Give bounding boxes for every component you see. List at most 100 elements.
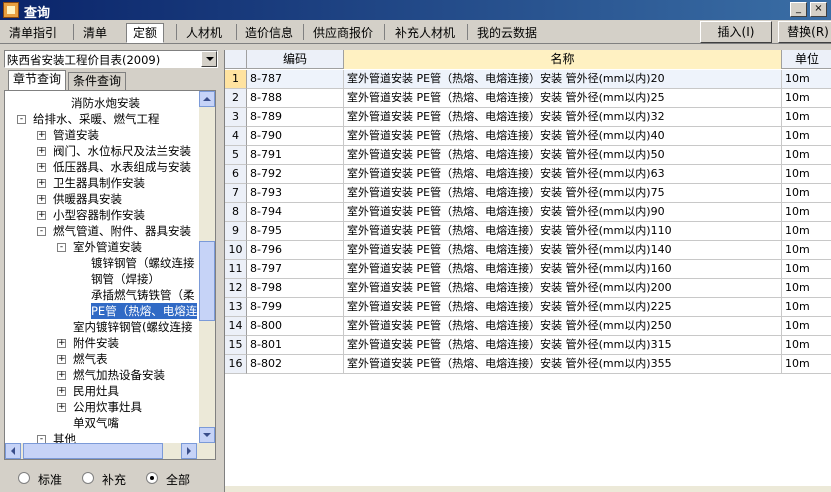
unit-cell: 10m xyxy=(782,70,831,89)
row-number-cell: 1 xyxy=(225,70,247,89)
quota-grid: 编码 名称 单位 1 8-787 室外管道安装 PE管（热熔、电熔连接）安装 管外径… xyxy=(224,50,831,492)
close-button[interactable]: × xyxy=(810,2,827,17)
expand-icon[interactable]: + xyxy=(37,211,46,220)
expand-icon[interactable]: + xyxy=(57,339,66,348)
row-number-cell: 7 xyxy=(225,184,247,203)
filter-radio-group: 标准 补充 全部 xyxy=(4,470,218,488)
expand-icon[interactable]: + xyxy=(57,355,66,364)
left-panel: 陕西省安装工程价目表(2009) 章节查询 条件查询 消防水炮安装 - 给排水、… xyxy=(0,46,223,492)
unit-cell: 10m xyxy=(782,89,831,108)
radio-all-label: 全部 xyxy=(166,473,191,487)
tab-separator xyxy=(384,24,385,40)
tab-supplementary-lmm[interactable]: 补充人材机 xyxy=(388,23,462,43)
window-title: 查询 xyxy=(24,6,51,21)
unit-cell: 10m xyxy=(782,336,831,355)
unit-cell: 10m xyxy=(782,355,831,374)
unit-cell: 10m xyxy=(782,165,831,184)
expand-icon[interactable]: + xyxy=(37,131,46,140)
scroll-thumb[interactable] xyxy=(199,241,215,321)
app-icon xyxy=(3,2,19,18)
tab-my-cloud-data[interactable]: 我的云数据 xyxy=(470,23,544,43)
table-row[interactable]: 2 8-788 室外管道安装 PE管（热熔、电熔连接）安装 管外径(mm以内)25 1… xyxy=(225,89,831,108)
header-unit[interactable]: 单位 xyxy=(782,50,831,69)
table-row[interactable]: 16 8-802 室外管道安装 PE管（热熔、电熔连接）安装 管外径(mm以内)35… xyxy=(225,355,831,374)
unit-cell: 10m xyxy=(782,108,831,127)
library-select[interactable]: 陕西省安装工程价目表(2009) xyxy=(4,50,218,68)
table-row[interactable]: 3 8-789 室外管道安装 PE管（热熔、电熔连接）安装 管外径(mm以内)32 1… xyxy=(225,108,831,127)
expand-icon[interactable]: + xyxy=(37,195,46,204)
name-cell: 室外管道安装 PE管（热熔、电熔连接）安装 管外径(mm以内)140 xyxy=(344,241,782,260)
table-row[interactable]: 1 8-787 室外管道安装 PE管（热熔、电熔连接）安装 管外径(mm以内)20 1… xyxy=(225,70,831,89)
expand-icon[interactable]: + xyxy=(37,163,46,172)
name-cell: 室外管道安装 PE管（热熔、电熔连接）安装 管外径(mm以内)90 xyxy=(344,203,782,222)
radio-standard[interactable] xyxy=(18,472,30,484)
tab-bill-guide[interactable]: 清单指引 xyxy=(2,23,64,43)
collapse-icon[interactable]: - xyxy=(57,243,66,252)
row-number-cell: 9 xyxy=(225,222,247,241)
table-row[interactable]: 11 8-797 室外管道安装 PE管（热熔、电熔连接）安装 管外径(mm以内)16… xyxy=(225,260,831,279)
replace-button[interactable]: 替换(R) xyxy=(778,21,831,43)
table-row[interactable]: 14 8-800 室外管道安装 PE管（热熔、电熔连接）安装 管外径(mm以内)25… xyxy=(225,317,831,336)
expand-icon[interactable]: + xyxy=(57,387,66,396)
table-row[interactable]: 12 8-798 室外管道安装 PE管（热熔、电熔连接）安装 管外径(mm以内)20… xyxy=(225,279,831,298)
radio-supplementary-label: 补充 xyxy=(102,473,127,487)
tab-separator xyxy=(176,24,177,40)
row-number-cell: 2 xyxy=(225,89,247,108)
scroll-down-button[interactable] xyxy=(199,427,215,443)
code-cell: 8-793 xyxy=(247,184,344,203)
table-row[interactable]: 8 8-794 室外管道安装 PE管（热熔、电熔连接）安装 管外径(mm以内)90 1… xyxy=(225,203,831,222)
unit-cell: 10m xyxy=(782,279,831,298)
tab-chapter-search[interactable]: 章节查询 xyxy=(8,70,67,90)
table-row[interactable]: 13 8-799 室外管道安装 PE管（热熔、电熔连接）安装 管外径(mm以内)22… xyxy=(225,298,831,317)
tab-supplier-quote[interactable]: 供应商报价 xyxy=(306,23,380,43)
unit-cell: 10m xyxy=(782,241,831,260)
table-row[interactable]: 15 8-801 室外管道安装 PE管（热熔、电熔连接）安装 管外径(mm以内)31… xyxy=(225,336,831,355)
code-cell: 8-797 xyxy=(247,260,344,279)
name-cell: 室外管道安装 PE管（热熔、电熔连接）安装 管外径(mm以内)160 xyxy=(344,260,782,279)
collapse-icon[interactable]: - xyxy=(37,227,46,236)
tree-vertical-scrollbar[interactable] xyxy=(199,91,215,443)
table-row[interactable]: 7 8-793 室外管道安装 PE管（热熔、电熔连接）安装 管外径(mm以内)75 1… xyxy=(225,184,831,203)
collapse-icon[interactable]: - xyxy=(17,115,26,124)
radio-supplementary[interactable] xyxy=(82,472,94,484)
row-number-cell: 12 xyxy=(225,279,247,298)
tab-labor-material-machine[interactable]: 人材机 xyxy=(179,23,229,43)
header-name[interactable]: 名称 xyxy=(344,50,782,69)
tab-strip: 清单指引 清单 定额 人材机 造价信息 供应商报价 补充人材机 我的云数据 插入… xyxy=(0,20,831,44)
unit-cell: 10m xyxy=(782,298,831,317)
tab-separator xyxy=(467,24,468,40)
tab-quota[interactable]: 定额 xyxy=(126,23,165,43)
tab-condition-search[interactable]: 条件查询 xyxy=(68,72,127,90)
unit-cell: 10m xyxy=(782,260,831,279)
table-row[interactable]: 6 8-792 室外管道安装 PE管（热熔、电熔连接）安装 管外径(mm以内)63 1… xyxy=(225,165,831,184)
tab-bill[interactable]: 清单 xyxy=(76,23,114,43)
table-row[interactable]: 10 8-796 室外管道安装 PE管（热熔、电熔连接）安装 管外径(mm以内)14… xyxy=(225,241,831,260)
expand-icon[interactable]: + xyxy=(57,371,66,380)
scroll-up-button[interactable] xyxy=(199,91,215,107)
expand-icon[interactable]: + xyxy=(37,179,46,188)
table-row[interactable]: 4 8-790 室外管道安装 PE管（热熔、电熔连接）安装 管外径(mm以内)40 1… xyxy=(225,127,831,146)
scroll-left-button[interactable] xyxy=(5,443,21,459)
scroll-thumb[interactable] xyxy=(23,443,163,459)
table-row[interactable]: 5 8-791 室外管道安装 PE管（热熔、电熔连接）安装 管外径(mm以内)50 1… xyxy=(225,146,831,165)
unit-cell: 10m xyxy=(782,184,831,203)
header-code[interactable]: 编码 xyxy=(247,50,344,69)
tree-horizontal-scrollbar[interactable] xyxy=(5,443,215,459)
chevron-right-icon xyxy=(187,447,191,455)
expand-icon[interactable]: + xyxy=(37,147,46,156)
code-cell: 8-800 xyxy=(247,317,344,336)
grid-horizontal-scrollbar[interactable] xyxy=(225,486,831,492)
unit-cell: 10m xyxy=(782,127,831,146)
expand-icon[interactable]: + xyxy=(57,403,66,412)
insert-button[interactable]: 插入(I) xyxy=(700,21,772,43)
scroll-right-button[interactable] xyxy=(181,443,197,459)
radio-all[interactable] xyxy=(146,472,158,484)
name-cell: 室外管道安装 PE管（热熔、电熔连接）安装 管外径(mm以内)20 xyxy=(344,70,782,89)
dropdown-button[interactable] xyxy=(201,51,217,67)
row-number-cell: 14 xyxy=(225,317,247,336)
code-cell: 8-792 xyxy=(247,165,344,184)
name-cell: 室外管道安装 PE管（热熔、电熔连接）安装 管外径(mm以内)315 xyxy=(344,336,782,355)
tab-price-info[interactable]: 造价信息 xyxy=(238,23,300,43)
minimize-button[interactable]: _ xyxy=(790,2,807,17)
table-row[interactable]: 9 8-795 室外管道安装 PE管（热熔、电熔连接）安装 管外径(mm以内)110… xyxy=(225,222,831,241)
